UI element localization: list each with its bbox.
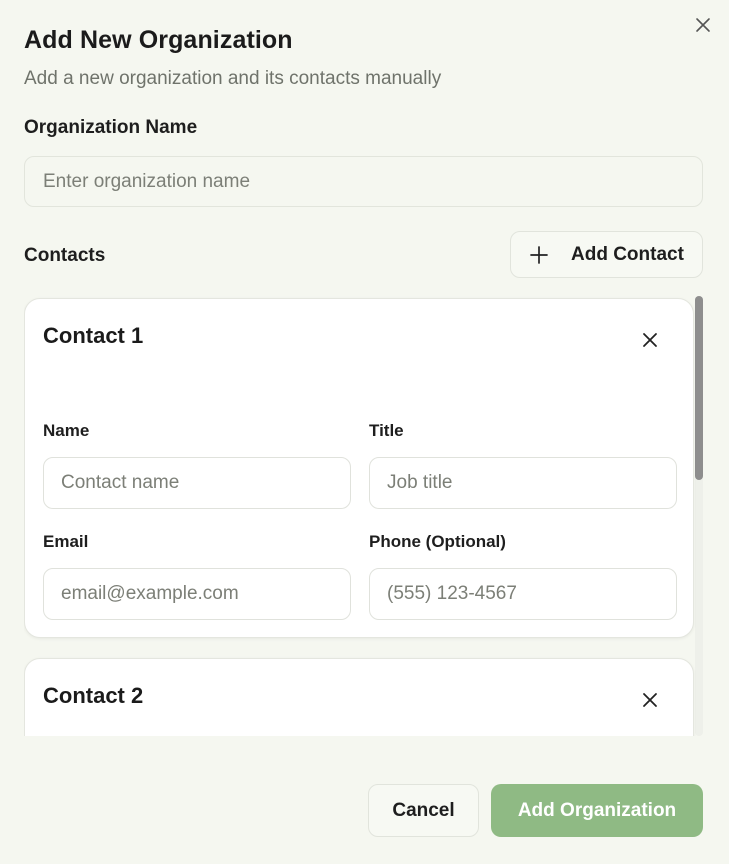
contact-card-title: Contact 2 bbox=[43, 683, 144, 708]
add-contact-button[interactable]: Add Contact bbox=[510, 231, 703, 278]
dialog-subtitle: Add a new organization and its contacts … bbox=[24, 68, 442, 89]
contact-phone-label: Phone (Optional) bbox=[369, 532, 506, 551]
contact-card: Contact 2 bbox=[24, 658, 694, 736]
contact-email-label: Email bbox=[43, 532, 89, 551]
contact-email-input[interactable] bbox=[43, 568, 351, 620]
plus-icon bbox=[529, 245, 549, 265]
contact-name-input[interactable] bbox=[43, 457, 351, 509]
contacts-label: Contacts bbox=[24, 245, 106, 266]
contact-title-input[interactable] bbox=[369, 457, 677, 509]
contact-card: Contact 1 Name Title Email Phone (Option… bbox=[24, 298, 694, 638]
add-organization-dialog: Add New Organization Add a new organizat… bbox=[0, 0, 729, 864]
add-organization-button[interactable]: Add Organization bbox=[491, 784, 703, 837]
dialog-title: Add New Organization bbox=[24, 26, 293, 54]
organization-name-input[interactable] bbox=[24, 156, 703, 207]
add-contact-label: Add Contact bbox=[571, 243, 684, 265]
contact-phone-input[interactable] bbox=[369, 568, 677, 620]
close-icon[interactable] bbox=[690, 12, 716, 38]
contacts-list: Contact 1 Name Title Email Phone (Option… bbox=[24, 296, 705, 736]
cancel-button[interactable]: Cancel bbox=[368, 784, 479, 837]
contact-name-label: Name bbox=[43, 421, 90, 440]
remove-contact-icon[interactable] bbox=[637, 327, 663, 353]
remove-contact-icon[interactable] bbox=[637, 687, 663, 713]
contact-title-label: Title bbox=[369, 421, 404, 440]
organization-name-label: Organization Name bbox=[24, 117, 198, 138]
contact-card-title: Contact 1 bbox=[43, 323, 144, 348]
